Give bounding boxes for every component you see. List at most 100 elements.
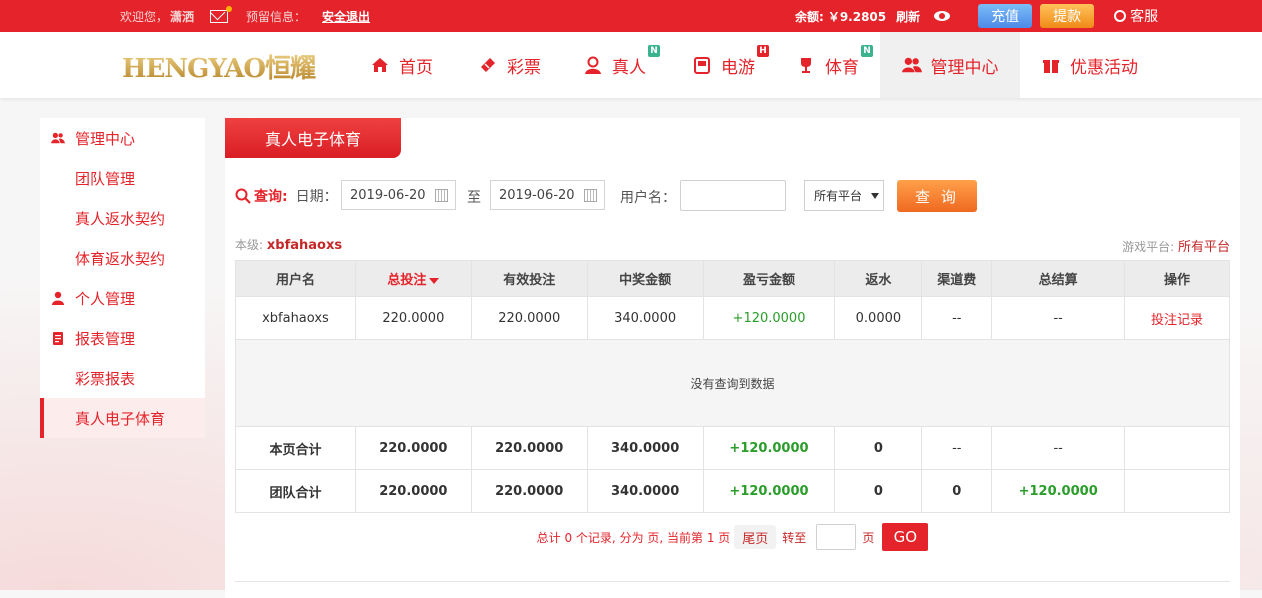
sidebar-item-personal[interactable]: 个人管理: [40, 278, 205, 318]
platform-select[interactable]: 所有平台: [804, 180, 884, 211]
col-total-bet-label: 总投注: [387, 273, 427, 288]
sidebar-item-label: 真人电子体育: [75, 409, 166, 428]
cell-action: [1124, 426, 1230, 470]
username-input[interactable]: [680, 180, 786, 211]
sidebar-item-sports-rebate[interactable]: 体育返水契约: [40, 238, 205, 278]
sidebar-item-live-rebate[interactable]: 真人返水契约: [40, 198, 205, 238]
col-profit: 盈亏金额: [702, 260, 836, 297]
date-to-input[interactable]: 2019-06-20: [490, 180, 605, 210]
cell-valid-bet: 220.0000: [470, 469, 588, 513]
calendar-icon[interactable]: [435, 189, 448, 202]
goto-label: 转至: [782, 530, 807, 545]
nav-management[interactable]: 管理中心: [880, 32, 1020, 98]
last-page-button[interactable]: 尾页: [734, 525, 777, 549]
sidebar-item-live-sports-report[interactable]: 真人电子体育: [40, 398, 205, 438]
eye-icon[interactable]: [934, 11, 951, 21]
cell-username: xbfahaoxs: [235, 296, 356, 340]
sidebar-item-label: 真人返水契约: [75, 209, 166, 228]
unread-dot: [226, 5, 233, 12]
main-nav: HENGYAO恒耀 首页 彩票 真人 N 电游 H 体育 N 管理中心 优惠活动: [0, 32, 1262, 98]
col-channel-fee: 渠道费: [921, 260, 993, 297]
pagination-summary: 总计 0 个记录, 分为 页, 当前第 1 页: [536, 530, 731, 545]
nav-live-label: 真人: [612, 57, 646, 78]
team-total-row: 团队合计 220.0000 220.0000 340.0000 +120.000…: [235, 469, 1230, 513]
logout-link[interactable]: 安全退出: [322, 8, 370, 25]
calendar-icon[interactable]: [584, 189, 597, 202]
arcade-icon: [692, 55, 712, 75]
panel-title-tab[interactable]: 真人电子体育: [225, 118, 401, 158]
cell-settlement: --: [991, 426, 1126, 470]
col-total-bet[interactable]: 总投注: [354, 260, 472, 297]
table-row: xbfahaoxs 220.0000 220.0000 340.0000 +12…: [235, 296, 1230, 340]
bet-record-link[interactable]: 投注记录: [1124, 296, 1230, 340]
sidebar-item-reports[interactable]: 报表管理: [40, 318, 205, 358]
sidebar-item-label: 管理中心: [75, 129, 136, 148]
query-button[interactable]: 查 询: [897, 180, 977, 212]
nav-games[interactable]: 电游 H: [692, 32, 769, 98]
nav-home-label: 首页: [399, 57, 433, 78]
customer-service-link[interactable]: 客服: [1114, 6, 1158, 26]
date-from-input[interactable]: 2019-06-20: [341, 180, 456, 210]
date-label: 日期：: [295, 189, 338, 205]
current-level: 本级: xbfahaoxs: [235, 236, 342, 253]
home-icon: [370, 55, 390, 75]
col-win-amount: 中奖金额: [586, 260, 704, 297]
new-badge: N: [648, 44, 660, 57]
cell-win-amount: 340.0000: [586, 469, 704, 513]
nav-promotions-label: 优惠活动: [1070, 57, 1138, 78]
sidebar-item-lottery-report[interactable]: 彩票报表: [40, 358, 205, 398]
gift-icon: [1041, 55, 1061, 75]
sidebar-item-management[interactable]: 管理中心: [40, 118, 205, 158]
cell-channel-fee: --: [921, 296, 993, 340]
mail-icon[interactable]: [210, 5, 233, 23]
cell-valid-bet: 220.0000: [470, 296, 588, 340]
withdraw-button[interactable]: 提款: [1040, 4, 1095, 28]
report-icon: [53, 332, 63, 345]
cell-total-bet: 220.0000: [354, 296, 472, 340]
nav-home[interactable]: 首页: [370, 32, 433, 98]
charge-button[interactable]: 充值: [978, 4, 1033, 28]
date-to-value: 2019-06-20: [499, 187, 575, 203]
username: 潇洒: [170, 9, 195, 24]
ticket-icon: [478, 55, 498, 75]
cell-total-bet: 220.0000: [354, 469, 472, 513]
reserved-info-label: 预留信息：: [246, 9, 307, 24]
go-button[interactable]: GO: [882, 523, 929, 551]
divider: [235, 581, 1230, 582]
nav-games-label: 电游: [721, 57, 755, 78]
user-icon: [52, 291, 64, 305]
col-username: 用户名: [235, 260, 356, 297]
nav-sports-label-wrap: 体育 N: [825, 44, 873, 78]
col-rebate: 返水: [834, 260, 923, 297]
cell-win-amount: 340.0000: [586, 426, 704, 470]
cell-profit: +120.0000: [702, 469, 836, 513]
cell-settlement: +120.0000: [991, 469, 1126, 513]
page-number-input[interactable]: [816, 524, 857, 550]
sidebar-item-team[interactable]: 团队管理: [40, 158, 205, 198]
logo[interactable]: HENGYAO恒耀: [122, 50, 328, 84]
cell-total-bet: 220.0000: [354, 426, 472, 470]
col-settlement: 总结算: [991, 260, 1126, 297]
empty-message: 没有查询到数据: [235, 339, 1230, 427]
cell-channel-fee: 0: [921, 469, 993, 513]
cell-profit: +120.0000: [702, 296, 836, 340]
nav-promotions[interactable]: 优惠活动: [1041, 32, 1138, 98]
game-platform-info: 游戏平台: 所有平台: [1122, 236, 1230, 255]
welcome-text: 欢迎您，: [120, 9, 169, 24]
nav-live[interactable]: 真人 N: [583, 32, 660, 98]
cell-win-amount: 340.0000: [586, 296, 704, 340]
col-action: 操作: [1124, 260, 1230, 297]
cell-action: [1124, 469, 1230, 513]
sidebar-item-label: 体育返水契约: [75, 249, 166, 268]
person-icon: [583, 55, 603, 75]
cell-rebate: 0: [834, 426, 923, 470]
table-header-row: 用户名 总投注 有效投注 中奖金额 盈亏金额 返水 渠道费 总结算 操作: [235, 260, 1230, 297]
refresh-link[interactable]: 刷新: [896, 8, 920, 25]
nav-live-label-wrap: 真人 N: [612, 44, 660, 78]
cell-rebate: 0.0000: [834, 296, 923, 340]
sidebar-item-label: 报表管理: [75, 329, 136, 348]
nav-sports[interactable]: 体育 N: [796, 32, 873, 98]
nav-lottery[interactable]: 彩票: [478, 32, 541, 98]
sidebar: 管理中心 团队管理 真人返水契约 体育返水契约 个人管理 报表管理 彩票报表 真…: [40, 118, 205, 438]
nav-lottery-label: 彩票: [507, 57, 541, 78]
